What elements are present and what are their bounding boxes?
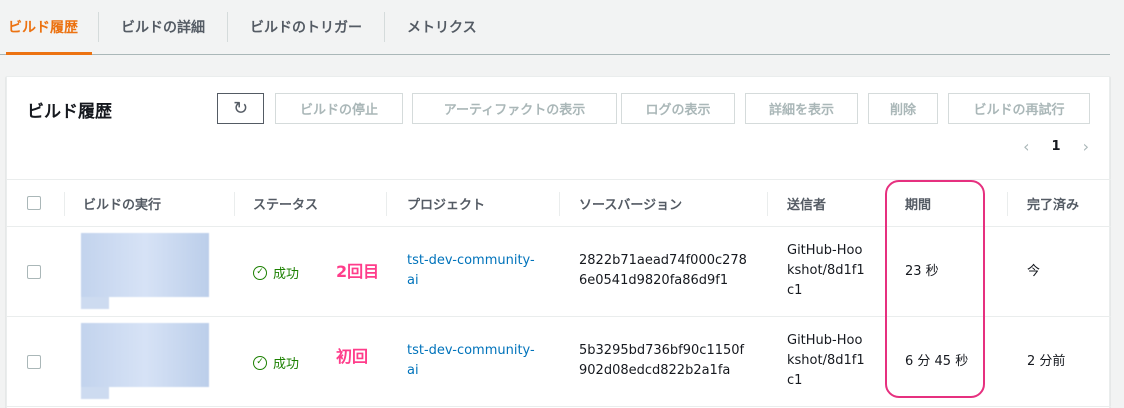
view-details-button[interactable]: 詳細を表示 [745, 93, 858, 124]
source-version: 2822b71aead74f000c278 6e0541d9820fa86d9f… [579, 253, 747, 288]
project-link[interactable]: tst-dev-community- ai [407, 341, 535, 381]
column-divider [234, 192, 235, 216]
check-circle-icon: ✓ [253, 355, 267, 370]
sender: GitHub-Hoo kshot/8d1f1 c1 [787, 333, 865, 388]
sender: GitHub-Hoo kshot/8d1f1 c1 [787, 243, 865, 298]
duration-highlight [885, 180, 985, 398]
retry-build-button[interactable]: ビルドの再試行 [948, 93, 1090, 124]
view-logs-button[interactable]: ログの表示 [621, 93, 735, 124]
column-completed[interactable]: 完了済み [1027, 180, 1079, 227]
tab-metrics[interactable]: メトリクス [385, 0, 499, 54]
annotation-label: 初回 [336, 347, 369, 366]
view-artifacts-button[interactable]: アーティファクトの表示 [412, 93, 617, 124]
project-link[interactable]: tst-dev-community- ai [407, 251, 535, 291]
completed: 今 [1027, 264, 1041, 279]
tab-build-history[interactable]: ビルド履歴 [0, 0, 98, 55]
column-divider [64, 192, 65, 216]
column-divider [559, 192, 560, 216]
chevron-right-icon[interactable]: › [1083, 137, 1089, 156]
tab-bar: ビルド履歴 ビルドの詳細 ビルドのトリガー メトリクス [0, 0, 1110, 55]
refresh-icon: ↻ [232, 98, 249, 119]
status-badge: ✓ 成功 [253, 263, 299, 282]
source-version: 5b3295bd736bf90c1150f 902d08edcd822b2a1f… [579, 343, 745, 378]
column-divider [767, 192, 768, 216]
stop-build-button[interactable]: ビルドの停止 [275, 93, 403, 124]
status-text: 成功 [273, 267, 300, 282]
pagination: ‹ 1 › [1023, 137, 1089, 156]
chevron-left-icon[interactable]: ‹ [1023, 137, 1029, 156]
refresh-button[interactable]: ↻ [217, 93, 264, 124]
column-sender[interactable]: 送信者 [787, 180, 826, 227]
column-project[interactable]: プロジェクト [407, 180, 485, 227]
panel-title: ビルド履歴 [27, 102, 112, 122]
annotation-label: 2回目 [336, 262, 380, 281]
tab-build-details[interactable]: ビルドの詳細 [99, 0, 227, 54]
check-circle-icon: ✓ [253, 265, 267, 280]
delete-button[interactable]: 削除 [868, 93, 938, 124]
redacted-build-run [81, 233, 209, 309]
tab-build-triggers[interactable]: ビルドのトリガー [228, 0, 384, 54]
select-all-checkbox[interactable] [27, 196, 41, 210]
status-text: 成功 [273, 357, 300, 372]
column-status[interactable]: ステータス [253, 180, 318, 227]
completed: 2 分前 [1027, 354, 1066, 369]
column-source-version[interactable]: ソースバージョン [579, 180, 682, 227]
row-checkbox[interactable] [27, 355, 41, 369]
page-number[interactable]: 1 [1052, 139, 1061, 154]
column-divider [1007, 192, 1008, 216]
column-build-run[interactable]: ビルドの実行 [83, 180, 161, 227]
column-divider [386, 192, 387, 216]
status-badge: ✓ 成功 [253, 353, 299, 372]
row-checkbox[interactable] [27, 265, 41, 279]
redacted-build-run [81, 323, 209, 399]
